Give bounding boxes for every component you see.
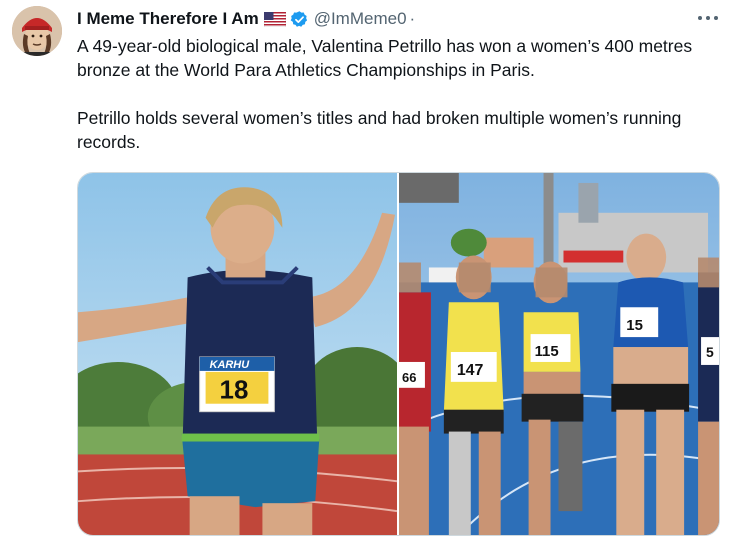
tweet-media[interactable]: KARHU 18 66 147 115 15 5 <box>77 172 720 536</box>
bib-number-text: 66 <box>402 370 416 385</box>
tweet-text: A 49-year-old biological male, Valentina… <box>77 34 717 154</box>
avatar[interactable] <box>12 6 62 56</box>
bib-number-text: 15 <box>626 317 643 334</box>
more-dot <box>706 16 710 20</box>
separator-dot: · <box>409 9 416 28</box>
tweet-card[interactable]: I Meme Therefore I Am @ImMeme0 · A 49-ye… <box>0 0 737 548</box>
verified-badge-icon[interactable] <box>290 10 309 29</box>
author-handle[interactable]: @ImMeme0 <box>314 9 407 29</box>
athlete-photo-left[interactable]: KARHU 18 <box>78 173 397 535</box>
us-flag-icon <box>263 11 286 27</box>
bib-number-text: 5 <box>706 344 714 360</box>
tweet-header: I Meme Therefore I Am @ImMeme0 · <box>77 8 415 30</box>
athletes-photo-right[interactable]: 66 147 115 15 5 <box>399 173 719 535</box>
more-dot <box>698 16 702 20</box>
author-display-name[interactable]: I Meme Therefore I Am <box>77 9 259 29</box>
bib-number-text: 147 <box>457 362 484 379</box>
bib-brand-text: KARHU <box>210 359 251 371</box>
tweet-text-paragraph-1: A 49-year-old biological male, Valentina… <box>77 36 693 80</box>
bib-number-text: 18 <box>220 377 249 405</box>
more-dot <box>714 16 718 20</box>
more-options-icon[interactable] <box>695 8 721 28</box>
tweet-text-paragraph-2: Petrillo holds several women’s titles an… <box>77 108 682 152</box>
bib-number-text: 115 <box>535 343 559 360</box>
